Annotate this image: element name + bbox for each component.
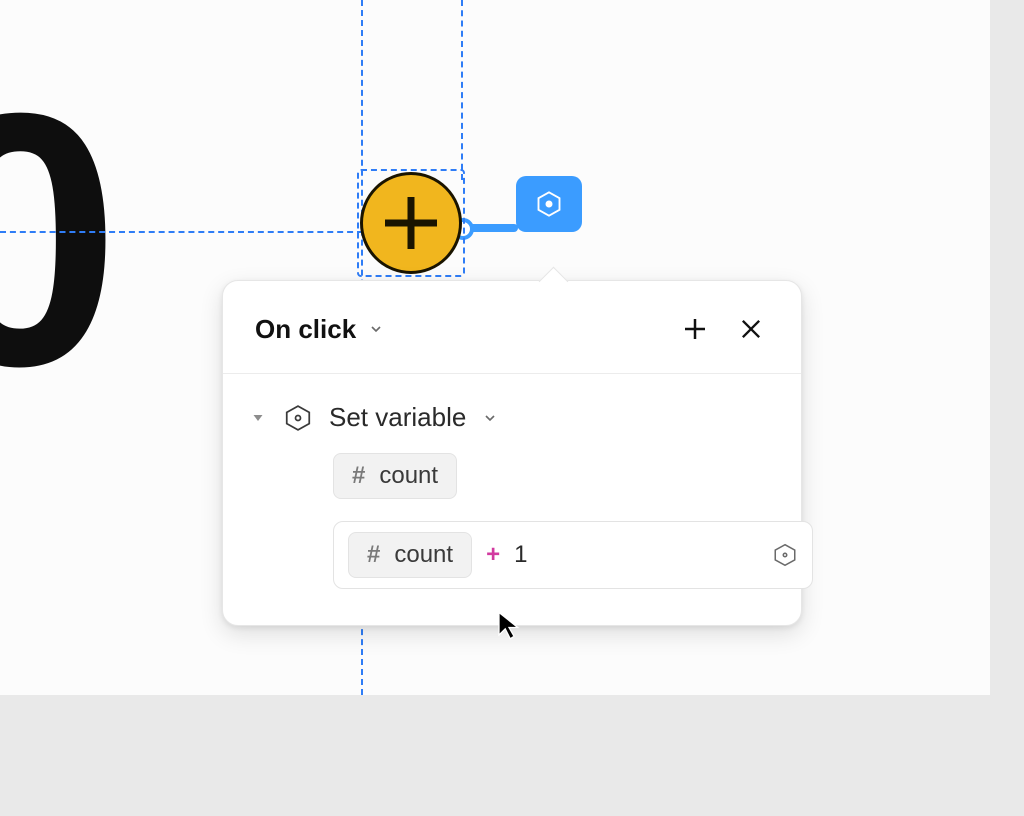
literal-value: 1 <box>514 541 527 569</box>
plus-icon <box>385 197 437 249</box>
counter-display: 0 <box>0 60 110 420</box>
variable-pill-expression[interactable]: # count <box>348 532 472 578</box>
interactions-panel: On click <box>222 280 802 626</box>
close-panel-button[interactable] <box>729 307 773 351</box>
selection-guide-horizontal <box>0 231 363 233</box>
add-button[interactable] <box>360 172 462 274</box>
selection-guide-vertical-right <box>461 0 463 180</box>
design-canvas[interactable]: 0 On click <box>0 0 990 695</box>
trigger-label: On click <box>255 314 356 345</box>
variable-name: count <box>379 462 438 490</box>
target-variable-row: # count <box>333 453 773 499</box>
add-action-button[interactable] <box>673 307 717 351</box>
disclosure-triangle-icon[interactable] <box>249 409 267 427</box>
plus-icon <box>680 314 710 344</box>
close-icon <box>737 315 765 343</box>
chevron-down-icon[interactable] <box>482 410 498 426</box>
variable-name: count <box>394 541 453 569</box>
operator: + <box>486 541 500 569</box>
variable-action-chip[interactable] <box>516 176 582 232</box>
action-header[interactable]: Set variable <box>249 402 773 433</box>
number-type-icon: # <box>352 462 365 490</box>
add-button-frame[interactable] <box>360 172 462 274</box>
panel-body: Set variable # count # count <box>223 374 801 625</box>
insert-variable-button[interactable] <box>772 542 798 568</box>
variable-hex-icon <box>283 403 313 433</box>
panel-header: On click <box>223 281 801 374</box>
trigger-dropdown[interactable]: On click <box>255 314 384 345</box>
action-type-label: Set variable <box>329 402 466 433</box>
chevron-down-icon <box>368 321 384 337</box>
variable-hex-icon <box>535 190 563 218</box>
expression-input[interactable]: # count + 1 <box>333 521 813 589</box>
variable-pill-target[interactable]: # count <box>333 453 457 499</box>
number-type-icon: # <box>367 541 380 569</box>
